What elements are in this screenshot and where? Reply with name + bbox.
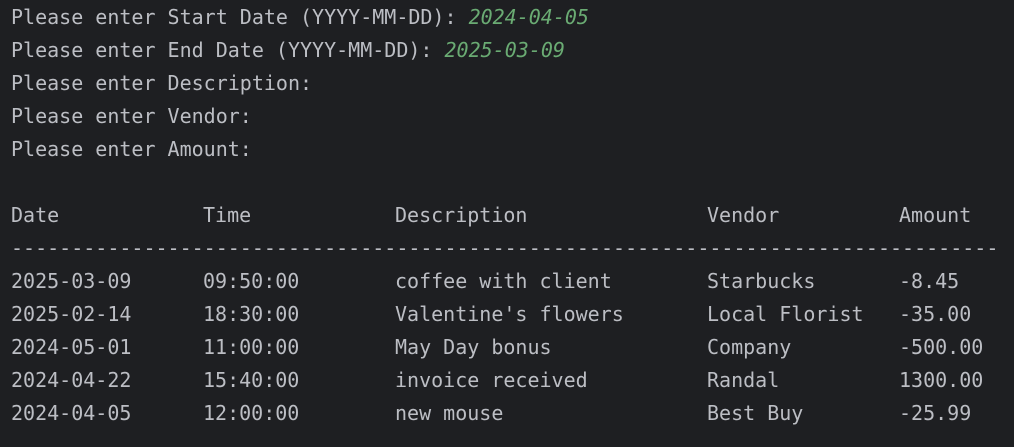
cell-description: coffee with client [395, 269, 612, 293]
cell-date: 2024-05-01 [11, 335, 132, 359]
cell-time: 15:40:00 [203, 368, 300, 392]
cell-description: new mouse [395, 401, 504, 425]
end-date-input-value: 2025-03-09 [444, 38, 565, 62]
cell-vendor: Local Florist [707, 302, 864, 326]
cell-date: 2025-02-14 [11, 302, 132, 326]
prompt-label: Please enter Start Date (YYYY-MM-DD): [11, 5, 469, 29]
table-header: Date Time Description Vendor Amount [11, 202, 1001, 228]
prompt-label: Please enter End Date (YYYY-MM-DD): [11, 38, 445, 62]
cell-time: 18:30:00 [203, 302, 300, 326]
prompt-end-date: Please enter End Date (YYYY-MM-DD): 2025… [11, 37, 565, 63]
table-row: 2024-04-22 15:40:00 invoice received Ran… [11, 367, 1001, 393]
cell-time: 11:00:00 [203, 335, 300, 359]
cell-vendor: Best Buy [707, 401, 804, 425]
cell-amount: -8.45 [899, 269, 960, 293]
header-description: Description [395, 203, 528, 227]
cell-amount: -500.00 [899, 335, 984, 359]
cell-date: 2024-04-05 [11, 401, 132, 425]
table-row: 2024-04-05 12:00:00 new mouse Best Buy -… [11, 400, 1001, 426]
prompt-start-date: Please enter Start Date (YYYY-MM-DD): 20… [11, 4, 589, 30]
prompt-label: Please enter Vendor: [11, 104, 264, 128]
console-output: Please enter Start Date (YYYY-MM-DD): 20… [0, 0, 1014, 447]
cell-vendor: Starbucks [707, 269, 816, 293]
cell-time: 09:50:00 [203, 269, 300, 293]
table-row: 2024-05-01 11:00:00 May Day bonus Compan… [11, 334, 1001, 360]
prompt-amount: Please enter Amount: [11, 136, 264, 162]
cell-vendor: Company [707, 335, 792, 359]
cell-description: Valentine's flowers [395, 302, 624, 326]
cell-date: 2024-04-22 [11, 368, 132, 392]
header-vendor: Vendor [707, 203, 780, 227]
header-time: Time [203, 203, 252, 227]
cell-description: invoice received [395, 368, 588, 392]
cell-date: 2025-03-09 [11, 269, 132, 293]
table-separator: ----------------------------------------… [11, 236, 1001, 260]
prompt-label: Please enter Amount: [11, 137, 264, 161]
prompt-description: Please enter Description: [11, 70, 324, 96]
prompt-vendor: Please enter Vendor: [11, 103, 264, 129]
cell-amount: -25.99 [899, 401, 972, 425]
cell-time: 12:00:00 [203, 401, 300, 425]
cell-description: May Day bonus [395, 335, 552, 359]
start-date-input-value: 2024-04-05 [468, 5, 589, 29]
header-date: Date [11, 203, 60, 227]
table-row: 2025-03-09 09:50:00 coffee with client S… [11, 268, 1001, 294]
header-amount: Amount [899, 203, 972, 227]
cell-amount: 1300.00 [899, 368, 984, 392]
table-row: 2025-02-14 18:30:00 Valentine's flowers … [11, 301, 1001, 327]
prompt-label: Please enter Description: [11, 71, 325, 95]
cell-vendor: Randal [707, 368, 780, 392]
cell-amount: -35.00 [899, 302, 972, 326]
